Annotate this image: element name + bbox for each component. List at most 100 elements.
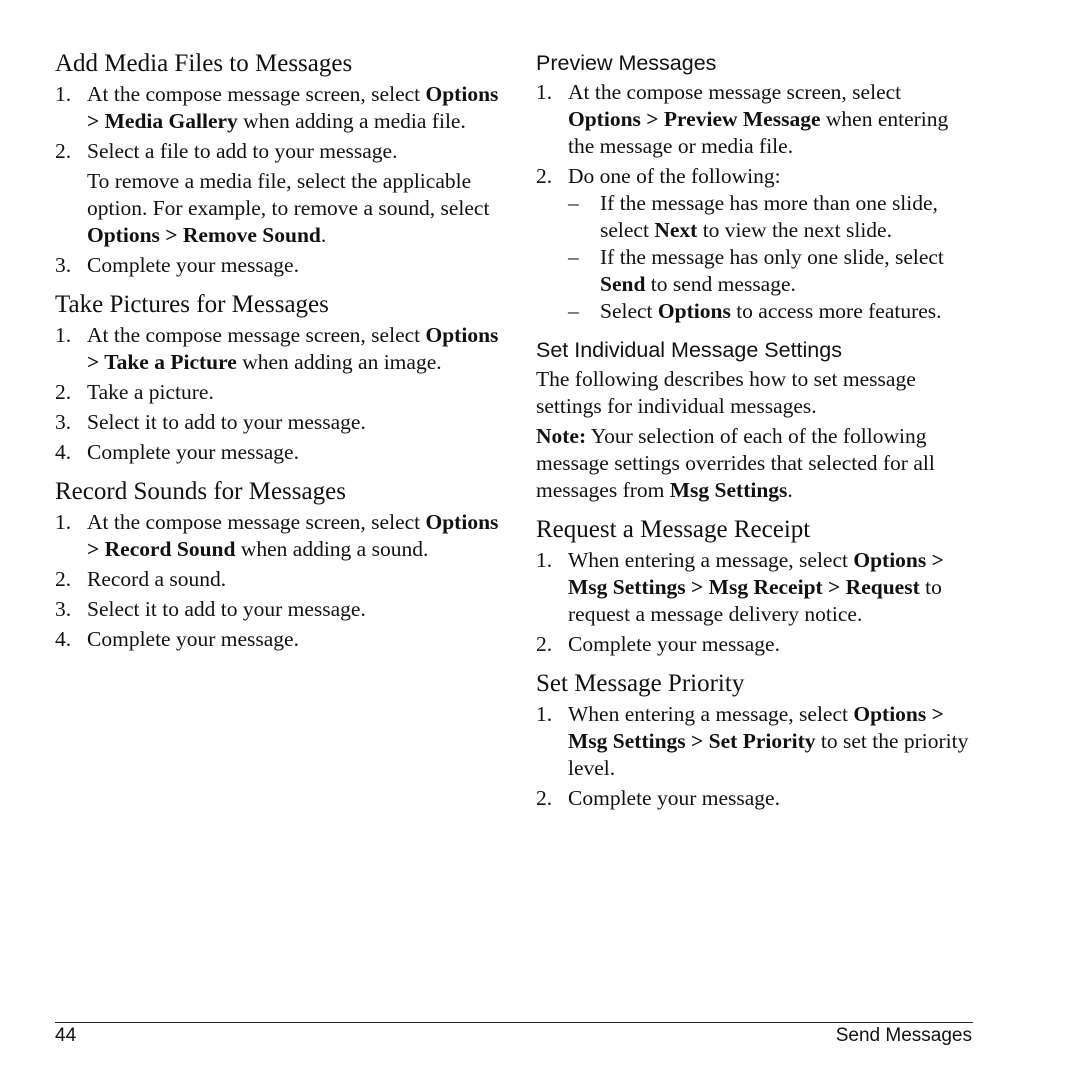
step-item: 4. Complete your message. [55, 626, 505, 653]
step-number: 1. [536, 702, 553, 726]
right-column: Preview Messages 1. At the compose message… [536, 48, 976, 822]
step-item: 2. Complete your message. [536, 785, 976, 812]
step-item: 1. At the compose message screen, select … [536, 79, 976, 160]
text-run: when adding a media file. [237, 109, 466, 133]
step-list: 1. When entering a message, select Option… [536, 701, 976, 812]
text-run: Complete your message. [87, 627, 299, 651]
step-number: 1. [536, 548, 553, 572]
text-run: At the compose message screen, select [87, 510, 426, 534]
step-text: At the compose message screen, select Op… [87, 509, 505, 563]
note-paragraph: Note: Your selection of each of the foll… [536, 423, 976, 504]
step-text: Do one of the following: [568, 163, 976, 190]
section-set-message-priority: Set Message Priority 1. When entering a me… [536, 668, 976, 812]
text-run: When entering a message, select [568, 548, 854, 572]
text-run: At the compose message screen, select [87, 82, 426, 106]
step-number: 2. [55, 567, 72, 591]
step-text: Select it to add to your message. [87, 409, 505, 436]
section-heading: Take Pictures for Messages [55, 291, 329, 318]
step-text: At the compose message screen, select Op… [87, 81, 505, 135]
option-list: – If the message has more than one slide,… [568, 190, 976, 325]
option-text: Select Options to access more features. [600, 299, 942, 323]
step-text: When entering a message, select Options … [568, 701, 976, 782]
left-column: Add Media Files to Messages 1. At the comp… [55, 48, 505, 663]
section-preview-messages: Preview Messages 1. At the compose message… [536, 48, 976, 325]
step-text: Select it to add to your message. [87, 596, 505, 623]
step-item: 2. Do one of the following: – If the messag… [536, 163, 976, 325]
text-run: Select [600, 299, 658, 323]
step-list: 1. At the compose message screen, select … [55, 509, 505, 653]
section-heading: Set Individual Message Settings [536, 338, 842, 362]
step-text: At the compose message screen, select Op… [568, 79, 976, 160]
text-run: If the message has only one slide, selec… [600, 245, 944, 269]
step-item: 1. At the compose message screen, select … [55, 81, 505, 135]
step-item: 1. At the compose message screen, select … [55, 322, 505, 376]
step-text: Complete your message. [87, 252, 505, 279]
text-run: To remove a media file, select the appli… [87, 169, 490, 220]
text-run: Select it to add to your message. [87, 597, 366, 621]
step-item: 1. When entering a message, select Option… [536, 701, 976, 782]
step-number: 2. [55, 380, 72, 404]
option-text: If the message has only one slide, selec… [600, 245, 944, 296]
step-number: 1. [55, 510, 72, 534]
text-run: Take a picture. [87, 380, 214, 404]
manual-page: Add Media Files to Messages 1. At the comp… [0, 0, 1080, 1080]
page-number: 44 [55, 1025, 77, 1046]
step-number: 1. [536, 80, 553, 104]
option-text: If the message has more than one slide, … [600, 191, 938, 242]
step-list: 1. At the compose message screen, select … [55, 81, 505, 279]
step-item: 1. When entering a message, select Option… [536, 547, 976, 628]
step-item: 2. Take a picture. [55, 379, 505, 406]
step-item: 3. Select it to add to your message. [55, 596, 505, 623]
section-heading: Record Sounds for Messages [55, 478, 346, 505]
step-item: 4. Complete your message. [55, 439, 505, 466]
bold-term: Next [654, 218, 698, 242]
section-add-media-files-to-messages: Add Media Files to Messages 1. At the comp… [55, 48, 505, 279]
dash-bullet-icon: – [568, 245, 579, 269]
bold-term: Note: [536, 424, 587, 448]
section-take-pictures-for-messages: Take Pictures for Messages 1. At the compo… [55, 289, 505, 466]
step-text: When entering a message, select Options … [568, 547, 976, 628]
bold-term: Options [657, 299, 731, 323]
text-run: Select a file to add to your message. [87, 139, 398, 163]
text-run: Record a sound. [87, 567, 227, 591]
text-run: When entering a message, select [568, 702, 854, 726]
step-item: 1. At the compose message screen, select … [55, 509, 505, 563]
option-item: – If the message has more than one slide,… [568, 190, 976, 244]
step-text: At the compose message screen, select Op… [87, 322, 505, 376]
step-number: 4. [55, 440, 72, 464]
step-number: 1. [55, 82, 72, 106]
section-heading: Set Message Priority [536, 670, 745, 697]
dash-bullet-icon: – [568, 299, 579, 323]
step-number: 2. [536, 632, 553, 656]
section-record-sounds-for-messages: Record Sounds for Messages 1. At the compo… [55, 476, 505, 653]
text-run: At the compose message screen, select [568, 80, 902, 104]
step-item: 2. Record a sound. [55, 566, 505, 593]
step-item: 2. Complete your message. [536, 631, 976, 658]
section-heading: Add Media Files to Messages [55, 50, 353, 77]
text-run: Do one of the following: [568, 164, 781, 188]
chapter-title: Send Messages [835, 1025, 972, 1046]
section-request-a-message-receipt: Request a Message Receipt 1. When entering… [536, 514, 976, 658]
step-text: Complete your message. [568, 785, 976, 812]
text-run: At the compose message screen, select [87, 323, 426, 347]
step-number: 2. [536, 164, 553, 188]
step-number: 4. [55, 627, 72, 651]
text-run: when adding an image. [236, 350, 442, 374]
section-set-individual-message-settings: Set Individual Message Settings The follo… [536, 335, 976, 504]
section-heading: Preview Messages [536, 51, 717, 75]
step-text: Select a file to add to your message. [87, 138, 505, 165]
bold-term: Options > Preview Message [568, 107, 821, 131]
step-list: 1. At the compose message screen, select … [536, 79, 976, 325]
step-number: 3. [55, 597, 72, 621]
text-run: Complete your message. [87, 440, 299, 464]
step-number: 3. [55, 410, 72, 434]
text-run: Complete your message. [87, 253, 299, 277]
text-run: . [787, 478, 793, 502]
step-number: 3. [55, 253, 72, 277]
step-text: Complete your message. [87, 439, 505, 466]
dash-bullet-icon: – [568, 191, 579, 215]
text-run: Complete your message. [568, 632, 780, 656]
text-run: when adding a sound. [235, 537, 429, 561]
step-list: 1. When entering a message, select Option… [536, 547, 976, 658]
step-item: 3. Select it to add to your message. [55, 409, 505, 436]
